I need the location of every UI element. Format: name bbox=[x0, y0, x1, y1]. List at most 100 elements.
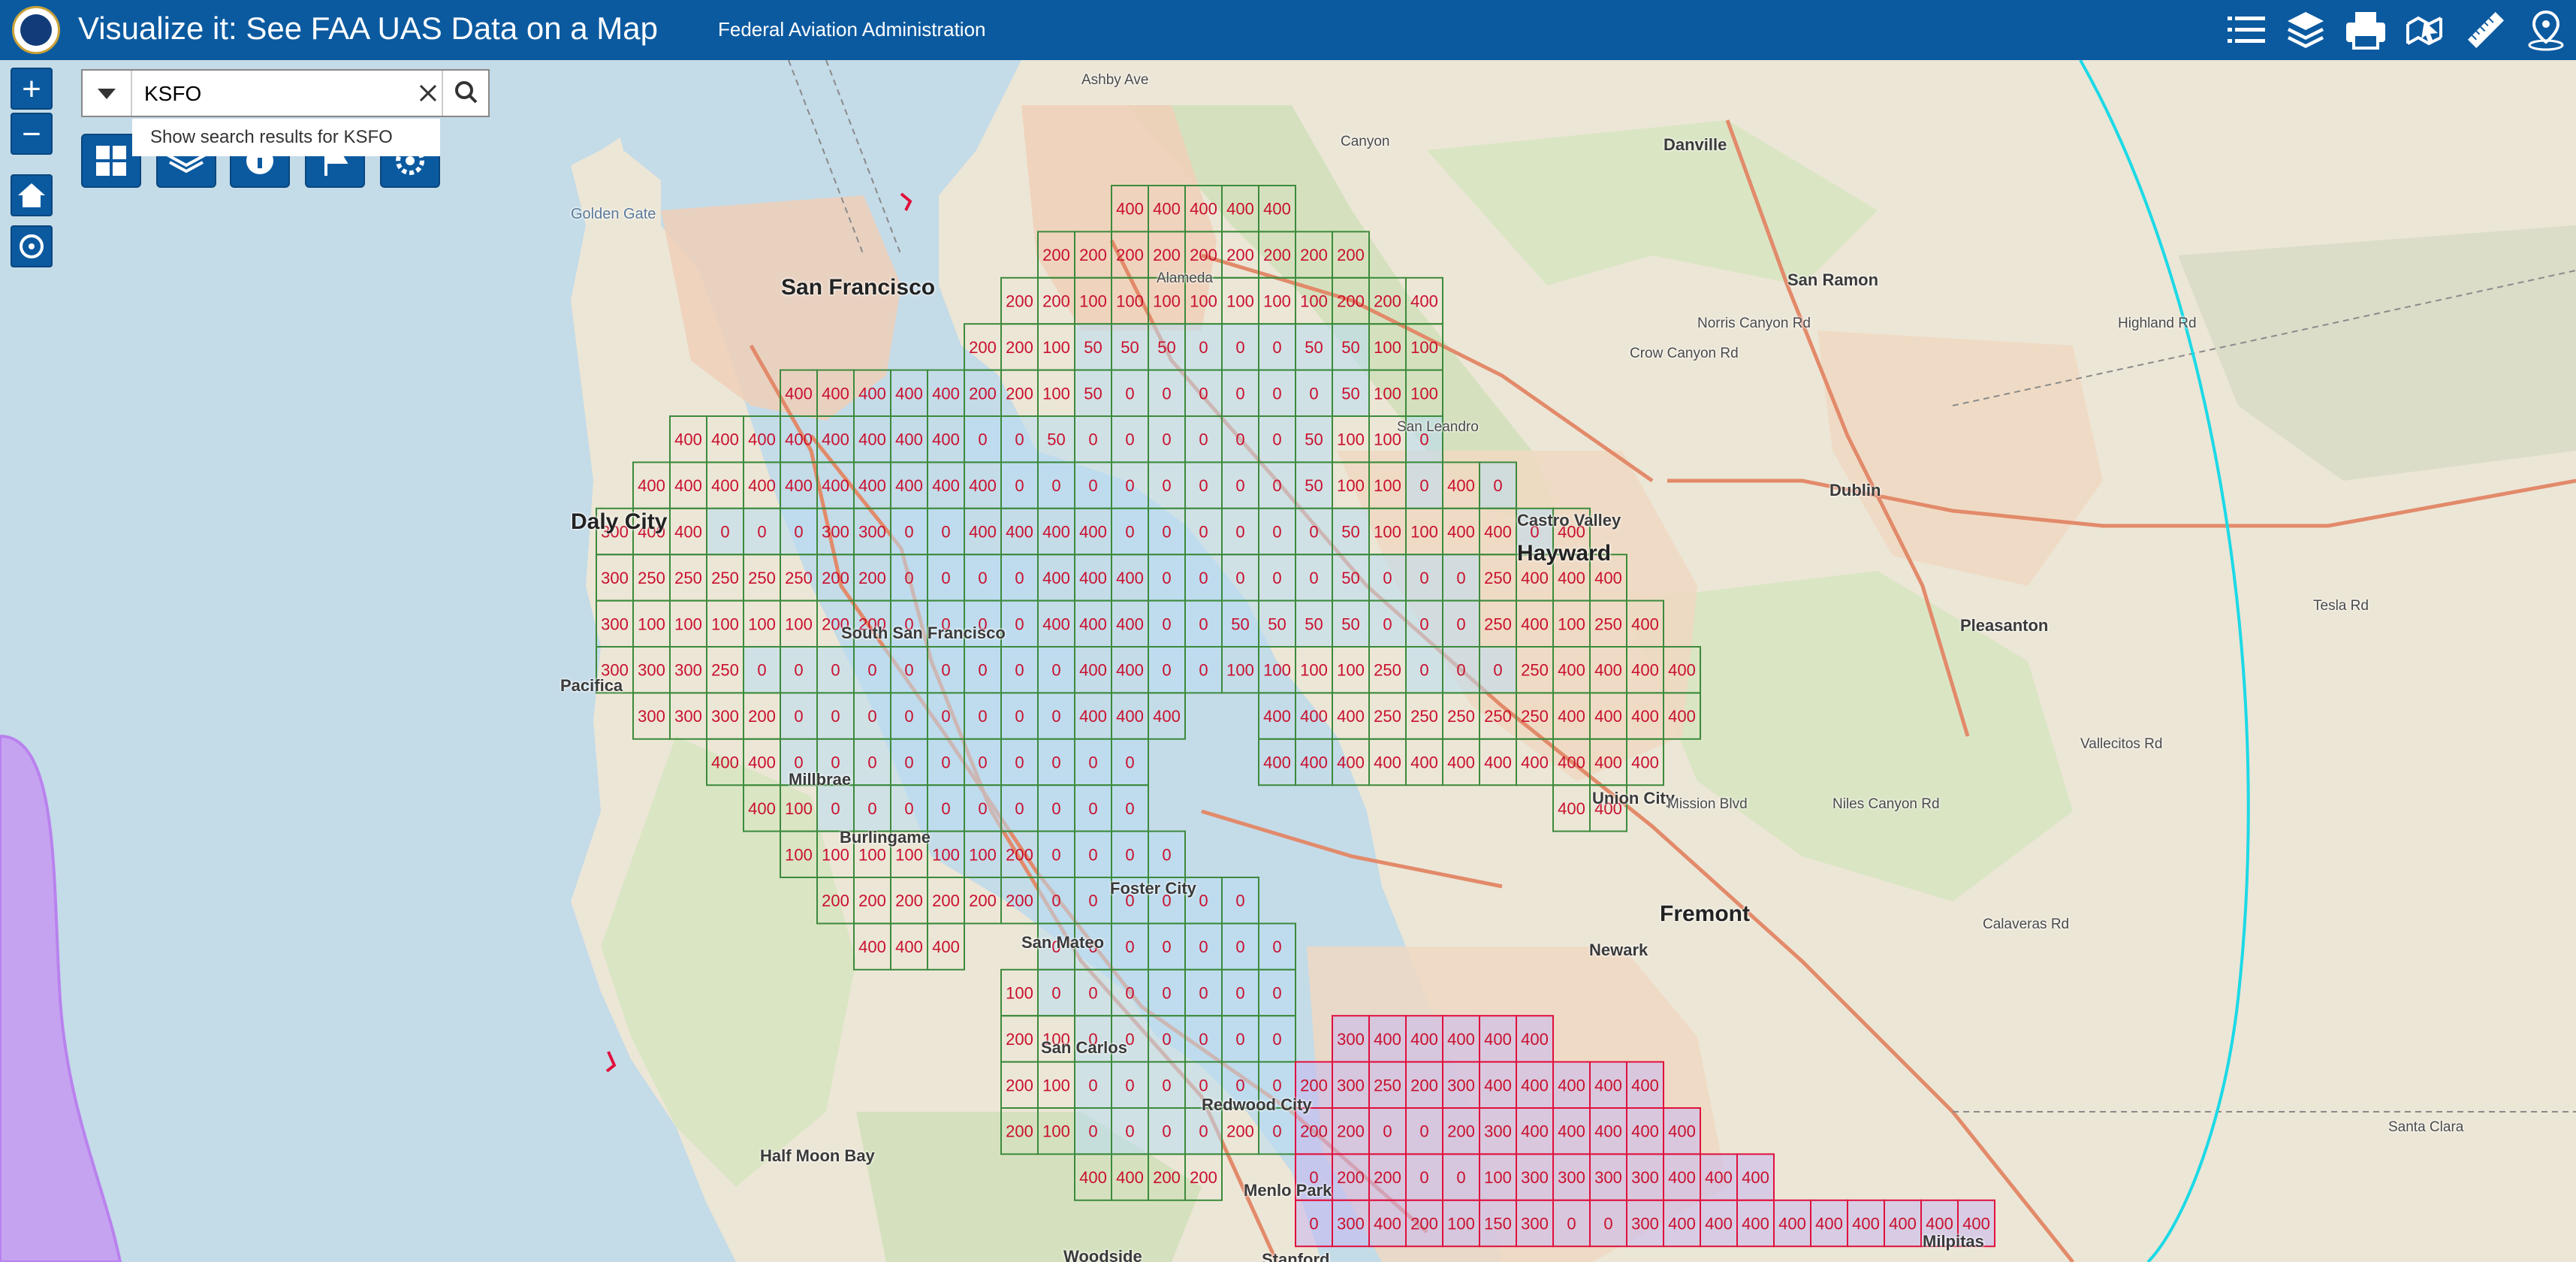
grid-cell-altitude: 0 bbox=[1051, 753, 1060, 772]
location-button[interactable] bbox=[2523, 8, 2568, 53]
grid-cell-altitude: 200 bbox=[1006, 845, 1033, 864]
grid-cell-altitude: 200 bbox=[1337, 1122, 1365, 1141]
grid-cell-altitude: 400 bbox=[932, 430, 960, 449]
grid-cell-altitude: 400 bbox=[1116, 1168, 1144, 1187]
grid-cell-altitude: 0 bbox=[1383, 1122, 1392, 1141]
search-source-dropdown[interactable] bbox=[83, 71, 132, 116]
legend-button[interactable] bbox=[2223, 8, 2268, 53]
map-select-button[interactable] bbox=[2403, 8, 2448, 53]
grid-cell-altitude: 0 bbox=[1199, 1030, 1208, 1049]
search-submit-button[interactable] bbox=[442, 71, 490, 116]
map-view[interactable]: 400 400 400 400 400 200 200 200 200 200 200 200 200 2… bbox=[0, 60, 2576, 1262]
grid-cell-altitude: 100 bbox=[1226, 661, 1254, 680]
grid-cell-altitude: 100 bbox=[1484, 1168, 1512, 1187]
grid-cell-altitude: 0 bbox=[1419, 476, 1428, 495]
grid-cell-altitude: 100 bbox=[674, 614, 702, 633]
grid-cell-altitude: 0 bbox=[1419, 661, 1428, 680]
grid-cell-altitude: 300 bbox=[674, 707, 702, 726]
grid-cell-altitude: 0 bbox=[1051, 984, 1060, 1003]
grid-cell-altitude: 400 bbox=[1226, 200, 1254, 219]
grid-cell-altitude: 250 bbox=[1374, 661, 1401, 680]
place-label: Union City bbox=[1592, 789, 1675, 808]
grid-cell-altitude: 200 bbox=[1337, 1168, 1365, 1187]
grid-cell-altitude: 100 bbox=[1042, 1122, 1070, 1141]
grid-cell-altitude: 100 bbox=[932, 845, 960, 864]
grid-cell-altitude: 0 bbox=[941, 569, 950, 587]
grid-cell-altitude: 100 bbox=[785, 614, 813, 633]
caret-down-icon bbox=[98, 89, 116, 99]
grid-cell-altitude: 0 bbox=[1309, 1215, 1318, 1233]
search-suggestion[interactable]: Show search results for KSFO bbox=[132, 119, 440, 156]
grid-cell-altitude: 0 bbox=[1199, 984, 1208, 1003]
grid-cell-altitude: 100 bbox=[895, 845, 923, 864]
list-icon bbox=[2228, 17, 2265, 43]
grid-cell-altitude: 100 bbox=[1300, 661, 1328, 680]
grid-cell-altitude: 50 bbox=[1084, 338, 1102, 357]
grid-cell-altitude: 300 bbox=[601, 614, 629, 633]
grid-cell-altitude: 400 bbox=[674, 523, 702, 542]
grid-cell-altitude: 0 bbox=[1493, 661, 1502, 680]
grid-cell-altitude: 400 bbox=[1153, 200, 1181, 219]
locate-button[interactable] bbox=[11, 225, 53, 267]
place-label: Danville bbox=[1664, 135, 1727, 154]
print-button[interactable] bbox=[2343, 8, 2388, 53]
app-subtitle: Federal Aviation Administration bbox=[718, 18, 986, 41]
grid-cell-altitude: 0 bbox=[904, 799, 913, 818]
layers-icon bbox=[2288, 12, 2324, 48]
grid-cell-altitude: 400 bbox=[1594, 1122, 1622, 1141]
grid-cell-altitude: 100 bbox=[1374, 384, 1401, 403]
place-label: Millbrae bbox=[789, 770, 852, 789]
measure-button[interactable] bbox=[2463, 8, 2508, 53]
grid-cell-altitude: 100 bbox=[1410, 523, 1438, 542]
grid-cell-altitude: 250 bbox=[1484, 569, 1512, 587]
search-widget bbox=[81, 69, 490, 117]
grid-cell-altitude: 100 bbox=[1263, 292, 1291, 311]
grid-cell-altitude: 400 bbox=[1668, 707, 1696, 726]
grid-cell-altitude: 0 bbox=[1088, 1122, 1097, 1141]
place-label: Pacifica bbox=[560, 676, 623, 695]
grid-cell-altitude: 200 bbox=[1337, 292, 1365, 311]
layers-button[interactable] bbox=[2283, 8, 2328, 53]
grid-cell-altitude: 0 bbox=[757, 661, 766, 680]
grid-cell-altitude: 400 bbox=[638, 476, 665, 495]
grid-cell-altitude: 50 bbox=[1157, 338, 1175, 357]
grid-cell-altitude: 400 bbox=[1447, 523, 1475, 542]
grid-cell-altitude: 50 bbox=[1341, 614, 1359, 633]
grid-cell-altitude: 400 bbox=[895, 384, 923, 403]
app-header: Visualize it: See FAA UAS Data on a Map … bbox=[0, 0, 2576, 60]
grid-cell-altitude: 0 bbox=[1162, 1076, 1171, 1094]
grid-cell-altitude: 300 bbox=[1484, 1122, 1512, 1141]
grid-cell-altitude: 100 bbox=[1410, 338, 1438, 357]
grid-cell-altitude: 250 bbox=[1410, 707, 1438, 726]
grid-cell-altitude: 0 bbox=[1199, 338, 1208, 357]
place-label: Newark bbox=[1589, 940, 1648, 959]
grid-cell-altitude: 200 bbox=[1190, 1168, 1217, 1187]
grid-cell-altitude: 400 bbox=[1300, 707, 1328, 726]
grid-cell-altitude: 200 bbox=[1263, 246, 1291, 264]
zoom-in-button[interactable]: + bbox=[11, 68, 53, 110]
grid-cell-altitude: 400 bbox=[1889, 1215, 1917, 1233]
grid-cell-altitude: 200 bbox=[1190, 246, 1217, 264]
grid-cell-altitude: 0 bbox=[1199, 892, 1208, 910]
grid-cell-altitude: 200 bbox=[1300, 1122, 1328, 1141]
grid-cell-altitude: 0 bbox=[1199, 661, 1208, 680]
grid-cell-altitude: 100 bbox=[1042, 338, 1070, 357]
grid-cell-altitude: 0 bbox=[1419, 1122, 1428, 1141]
grid-cell-altitude: 250 bbox=[711, 569, 739, 587]
grid-cell-altitude: 400 bbox=[822, 476, 849, 495]
zoom-out-button[interactable]: − bbox=[11, 113, 53, 155]
grid-cell-altitude: 50 bbox=[1341, 569, 1359, 587]
place-label: South San Francisco bbox=[841, 623, 1006, 642]
grid-cell-altitude: 0 bbox=[1383, 569, 1392, 587]
printer-icon bbox=[2346, 12, 2385, 50]
grid-cell-altitude: 0 bbox=[1125, 476, 1134, 495]
grid-cell-altitude: 400 bbox=[674, 430, 702, 449]
grid-cell-altitude: 100 bbox=[1190, 292, 1217, 311]
place-label: San Carlos bbox=[1041, 1038, 1127, 1057]
home-button[interactable] bbox=[11, 174, 53, 216]
grid-cell-altitude: 50 bbox=[1084, 384, 1102, 403]
grid-cell-altitude: 250 bbox=[1521, 661, 1549, 680]
grid-cell-altitude: 400 bbox=[1042, 569, 1070, 587]
grid-cell-altitude: 0 bbox=[978, 707, 987, 726]
grid-cell-altitude: 400 bbox=[1594, 753, 1622, 772]
